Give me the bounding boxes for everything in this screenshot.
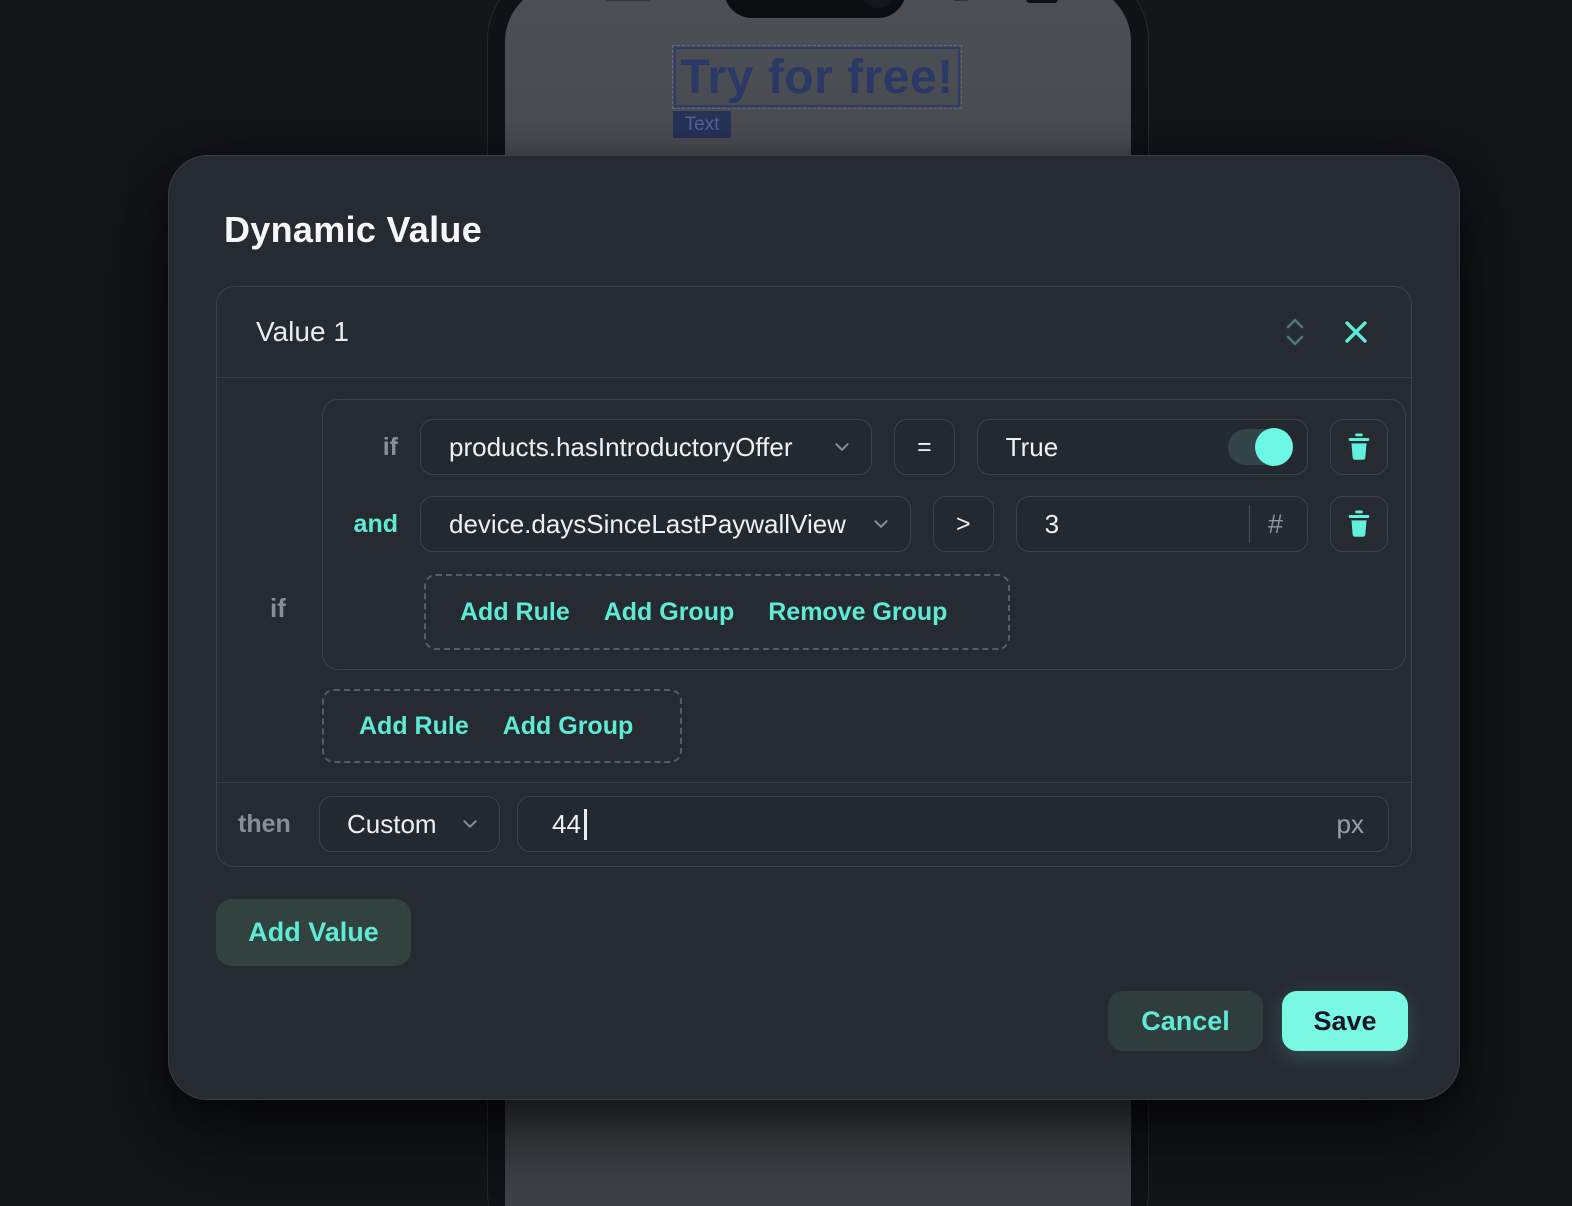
value-card-title: Value 1	[256, 316, 349, 348]
delete-rule-button[interactable]	[1330, 496, 1388, 552]
rule-conjunction-label: and	[340, 510, 398, 539]
phone-notch	[724, 0, 906, 18]
rule-row: and device.daysSinceLastPaywallView > 3 …	[340, 496, 1388, 552]
operator-button[interactable]: >	[933, 496, 994, 552]
number-value-input[interactable]: 3 #	[1016, 496, 1308, 552]
variable-select[interactable]: device.daysSinceLastPaywallView	[420, 496, 911, 552]
rules-section: if if products.hasIntroductoryOffer = Tr…	[217, 378, 1411, 782]
value-card: Value 1 if if	[216, 286, 1412, 867]
chevron-up-down-icon	[1284, 317, 1306, 347]
reorder-value-button[interactable]	[1280, 313, 1310, 351]
rule-conjunction-label: if	[340, 433, 398, 462]
number-type-icon: #	[1268, 509, 1283, 540]
boolean-toggle[interactable]	[1228, 429, 1291, 465]
value-type-select[interactable]: Custom	[319, 796, 500, 852]
remove-value-button[interactable]	[1340, 316, 1372, 348]
camera-icon	[860, 0, 896, 8]
then-row: then Custom 44 px	[217, 782, 1411, 866]
close-icon	[1344, 320, 1368, 344]
group-actions: Add Rule Add Group Remove Group	[424, 574, 1010, 650]
modal-title: Dynamic Value	[224, 209, 1459, 251]
variable-select-value: products.hasIntroductoryOffer	[449, 432, 792, 463]
status-time	[605, 0, 651, 1]
toggle-knob	[1255, 428, 1293, 466]
value-type-selected: Custom	[347, 809, 437, 840]
chevron-down-icon	[461, 815, 479, 833]
chevron-down-icon	[872, 515, 890, 533]
canvas-button-text: Try for free!	[680, 50, 953, 105]
trash-icon	[1346, 433, 1372, 461]
group-if-label: if	[253, 593, 303, 624]
number-value-text: 3	[1045, 509, 1059, 540]
rule-row: if products.hasIntroductoryOffer = True	[340, 419, 1388, 475]
text-cursor	[584, 809, 587, 840]
signal-icon	[953, 0, 969, 1]
cancel-button[interactable]: Cancel	[1108, 991, 1263, 1051]
boolean-value-field: True	[977, 419, 1308, 475]
add-group-button[interactable]: Add Group	[604, 598, 735, 627]
outer-actions: Add Rule Add Group	[322, 689, 682, 763]
remove-group-button[interactable]: Remove Group	[768, 598, 947, 627]
value-card-header: Value 1	[217, 287, 1411, 378]
trash-icon	[1346, 510, 1372, 538]
variable-select[interactable]: products.hasIntroductoryOffer	[420, 419, 872, 475]
battery-icon	[1026, 0, 1058, 3]
divider	[1249, 505, 1250, 543]
dynamic-value-modal: Dynamic Value Value 1 if	[168, 155, 1460, 1100]
custom-value-input[interactable]: 44 px	[517, 796, 1389, 852]
delete-rule-button[interactable]	[1330, 419, 1388, 475]
variable-select-value: device.daysSinceLastPaywallView	[449, 509, 846, 540]
add-rule-button[interactable]: Add Rule	[460, 598, 570, 627]
selected-canvas-element[interactable]: Try for free!	[674, 47, 960, 107]
modal-footer: Cancel Save	[169, 991, 1459, 1051]
operator-button[interactable]: =	[894, 419, 954, 475]
chevron-down-icon	[833, 438, 851, 456]
boolean-value-label: True	[1006, 432, 1059, 463]
save-button[interactable]: Save	[1282, 991, 1408, 1051]
rule-group: if products.hasIntroductoryOffer = True	[322, 399, 1406, 670]
custom-value-text: 44	[552, 809, 581, 840]
add-group-button[interactable]: Add Group	[503, 712, 634, 741]
element-type-badge: Text	[673, 111, 731, 138]
add-value-button[interactable]: Add Value	[216, 899, 411, 966]
unit-label: px	[1337, 809, 1364, 840]
then-label: then	[238, 810, 298, 839]
add-rule-button[interactable]: Add Rule	[359, 712, 469, 741]
